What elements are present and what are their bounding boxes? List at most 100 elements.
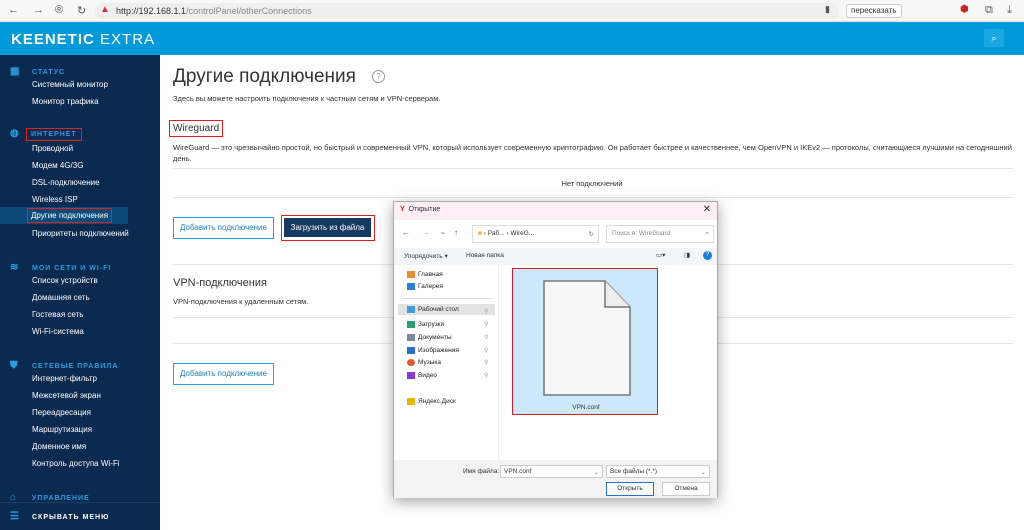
sidebar-item-wired[interactable]: Проводной	[32, 144, 160, 153]
add-wireguard-connection-button[interactable]: Добавить подключение	[173, 217, 274, 239]
sidebar-section-rules[interactable]: ⛊ СЕТЕВЫЕ ПРАВИЛА	[10, 360, 118, 371]
tree-item-video[interactable]: Видео	[407, 372, 437, 379]
extension-icon[interactable]: ®	[55, 4, 63, 16]
dashboard-icon: ▦	[10, 66, 21, 77]
download-icon[interactable]: ⤓	[1007, 4, 1012, 17]
file-open-dialog: Y Открытие ✕ ← → ⌄ ↑ ■ › Раб... › WireG..…	[393, 201, 718, 498]
close-icon[interactable]: ✕	[703, 204, 711, 215]
sidebar-item-firewall[interactable]: Межсетевой экран	[32, 391, 160, 400]
sidebar-item-routing[interactable]: Маршрутизация	[32, 425, 160, 434]
globe-icon: ◍	[10, 128, 20, 139]
sidebar-item-traffic-monitor[interactable]: Монитор трафика	[32, 97, 160, 106]
document-icon	[407, 334, 415, 341]
back-icon[interactable]: ←	[8, 4, 19, 16]
sidebar-item-wifi-access[interactable]: Контроль доступа Wi-Fi	[32, 459, 160, 468]
warning-icon[interactable]: ▲	[100, 4, 110, 15]
tree-item-downloads[interactable]: Загрузки	[407, 321, 444, 328]
bookmark-icon[interactable]: ▮	[825, 4, 830, 15]
sidebar-item-modem[interactable]: Модем 4G/3G	[32, 161, 160, 170]
help-icon[interactable]: ?	[703, 251, 712, 260]
sidebar-item-dsl[interactable]: DSL-подключение	[32, 178, 160, 187]
folder-icon: ■	[478, 230, 482, 237]
page-subtitle: Здесь вы можете настроить подключения к …	[173, 94, 441, 103]
divider	[173, 197, 1013, 198]
sidebar-item-internet-filter[interactable]: Интернет-фильтр	[32, 374, 160, 383]
forward-icon[interactable]: →	[33, 4, 44, 16]
help-icon[interactable]: ?	[372, 70, 385, 83]
no-connections-text: Нет подключений	[561, 179, 623, 188]
search-button[interactable]: ⌕	[984, 29, 1004, 47]
extensions-icon[interactable]: ⧉	[985, 4, 993, 17]
page-title: Другие подключения	[173, 66, 356, 87]
search-icon: ⌕	[705, 230, 709, 237]
open-button[interactable]: Открыть	[606, 482, 654, 496]
desktop-icon	[407, 306, 415, 313]
divider	[0, 502, 160, 503]
reload-icon[interactable]: ↻	[77, 4, 86, 17]
pin-icon: ⚲	[484, 309, 489, 315]
pin-icon: ⚲	[484, 348, 489, 354]
url-host: http://192.168.1.1	[116, 6, 187, 16]
sidebar-item-home-network[interactable]: Домашняя сеть	[32, 293, 160, 302]
tree-item-yandex-disk[interactable]: Яндекс.Диск	[407, 398, 456, 405]
filename-input[interactable]: VPN.conf ⌄	[500, 465, 603, 478]
wireguard-description: WireGuard — это чрезвычайно простой, но …	[173, 143, 1012, 163]
file-item[interactable]: VPN.conf	[512, 268, 658, 415]
vpn-title: VPN-подключения	[173, 277, 267, 289]
forward-icon[interactable]: →	[422, 228, 430, 237]
organize-button[interactable]: Упорядочить ▾	[404, 252, 448, 260]
tree-item-gallery[interactable]: Галерея	[407, 283, 443, 290]
tree-item-desktop[interactable]: Рабочий стол	[398, 304, 495, 316]
music-icon	[407, 359, 415, 366]
dialog-search-input[interactable]: Поиск в: WireGuard ⌕	[606, 225, 714, 243]
new-folder-button[interactable]: Новая папка	[466, 252, 504, 259]
divider	[173, 168, 1013, 169]
add-vpn-connection-button[interactable]: Добавить подключение	[173, 363, 274, 385]
upload-highlight: Загрузить из файла	[281, 215, 375, 241]
sidebar-section-networks[interactable]: ≋ МОИ СЕТИ И WI-FI	[10, 262, 111, 273]
wireguard-title: Wireguard	[169, 120, 224, 137]
sidebar-item-forwarding[interactable]: Переадресация	[32, 408, 160, 417]
vpn-description: VPN-подключения к удаленным сетям.	[173, 297, 309, 306]
chevron-down-icon[interactable]: ⌄	[440, 228, 446, 236]
sidebar-section-status[interactable]: ▦ СТАТУС	[10, 66, 65, 77]
translate-button[interactable]: пересказать	[846, 4, 902, 18]
pin-icon: ⚲	[484, 373, 489, 379]
pin-icon: ⚲	[484, 360, 489, 366]
sidebar-item-priorities[interactable]: Приоритеты подключений	[32, 229, 160, 238]
sidebar-item-other-connections[interactable]: Другие подключения	[0, 207, 128, 224]
tree-item-home[interactable]: Главная	[407, 271, 443, 278]
hide-menu-button[interactable]: ☰ СКРЫВАТЬ МЕНЮ	[10, 511, 109, 522]
address-bar[interactable]: http://192.168.1.1/controlPanel/otherCon…	[94, 3, 839, 19]
path-bar[interactable]: ■ › Раб... › WireG... ↻	[472, 225, 599, 243]
tree-item-pictures[interactable]: Изображения	[407, 347, 459, 354]
sidebar-item-system-monitor[interactable]: Системный монитор	[32, 80, 160, 89]
home-icon	[407, 271, 415, 278]
browser-toolbar: ← → ® ↻ http://192.168.1.1/controlPanel/…	[0, 0, 1024, 22]
cancel-button[interactable]: Отмена	[662, 482, 710, 496]
view-icon[interactable]: ▭▾	[656, 251, 665, 259]
file-list: VPN.conf	[500, 265, 717, 460]
refresh-icon[interactable]: ↻	[589, 230, 594, 238]
preview-pane-icon[interactable]: ◨	[684, 251, 690, 259]
sidebar-section-internet[interactable]: ◍ ИНТЕРНЕТ	[10, 128, 82, 141]
pin-icon: ⚲	[484, 322, 489, 328]
menu-collapse-icon: ☰	[10, 511, 20, 522]
shield-icon: ⛊	[10, 360, 19, 371]
tree-item-music[interactable]: Музыка	[407, 359, 441, 366]
dialog-toolbar: Упорядочить ▾ Новая папка ▭▾ ◨ ?	[394, 248, 717, 265]
upload-from-file-button[interactable]: Загрузить из файла	[284, 218, 371, 237]
sidebar-item-domain-name[interactable]: Доменное имя	[32, 442, 160, 451]
wifi-icon: ≋	[10, 262, 20, 273]
back-icon[interactable]: ←	[402, 228, 410, 237]
up-icon[interactable]: ↑	[454, 228, 458, 237]
file-name: VPN.conf	[572, 404, 600, 411]
sidebar-item-wireless-isp[interactable]: Wireless ISP	[32, 195, 160, 204]
adblock-icon[interactable]: ⬢	[960, 4, 969, 15]
sidebar-item-wifi-system[interactable]: Wi-Fi-система	[32, 327, 160, 336]
filetype-select[interactable]: Все файлы (*.*) ⌄	[606, 465, 710, 478]
sidebar-item-devices[interactable]: Список устройств	[32, 276, 160, 285]
yandex-icon: Y	[400, 206, 405, 213]
tree-item-documents[interactable]: Документы	[407, 334, 452, 341]
sidebar-item-guest-network[interactable]: Гостевая сеть	[32, 310, 160, 319]
